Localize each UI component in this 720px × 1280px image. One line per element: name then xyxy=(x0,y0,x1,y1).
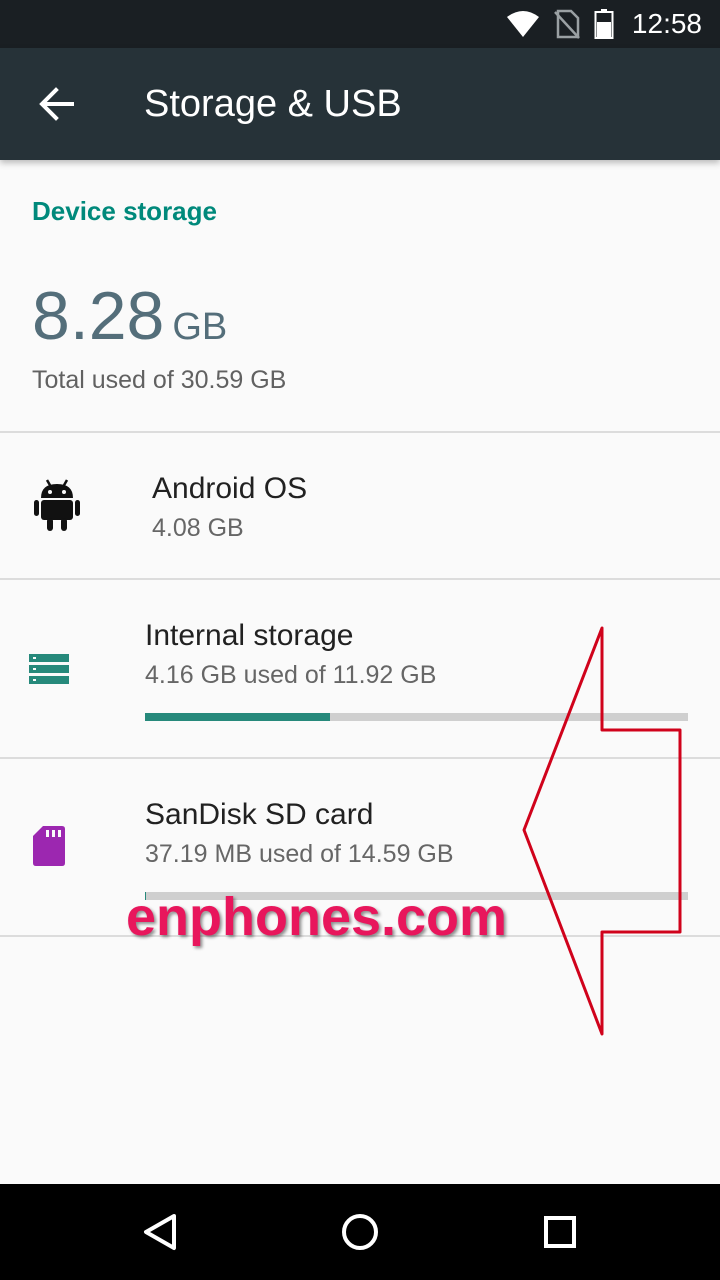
home-nav-icon[interactable] xyxy=(336,1208,384,1256)
back-nav-icon[interactable] xyxy=(136,1208,184,1256)
recents-nav-icon[interactable] xyxy=(536,1208,584,1256)
navigation-bar xyxy=(0,1184,720,1280)
annotation-arrow xyxy=(522,626,682,1036)
